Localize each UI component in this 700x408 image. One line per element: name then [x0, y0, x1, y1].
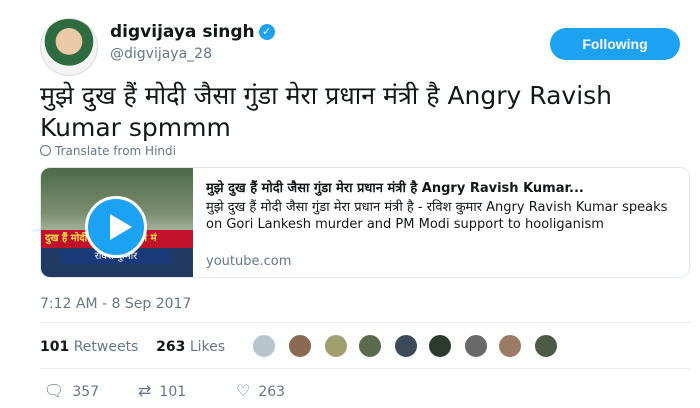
liker-avatar[interactable] — [358, 334, 382, 358]
liker-avatar[interactable] — [252, 334, 276, 358]
verified-badge-icon: ✓ — [258, 24, 275, 40]
tweet: digvijaya singh ✓ @digvijaya_28 Following… — [0, 0, 700, 408]
display-name[interactable]: digvijaya singh ✓ — [110, 22, 275, 42]
tweet-text: मुझे दुख हैं मोदी जैसा गुंडा मेरा प्रधान… — [40, 81, 613, 142]
like-count: 263 — [258, 384, 286, 400]
heart-icon: ♡ — [236, 381, 251, 400]
reply-button[interactable]: 🗨 357 — [44, 380, 99, 402]
video-thumbnail[interactable]: दुख हैं मोदी जैसा मेरा प्रधान मं रविश कु… — [41, 168, 193, 277]
divider — [40, 368, 690, 369]
retweet-icon: ⇄ — [138, 381, 152, 400]
link-card[interactable]: दुख हैं मोदी जैसा मेरा प्रधान मं रविश कु… — [40, 167, 690, 278]
liker-avatar[interactable] — [498, 334, 522, 358]
retweet-button[interactable]: ⇄ 101 — [138, 380, 186, 402]
following-button[interactable]: Following — [550, 28, 680, 60]
liker-avatar[interactable] — [324, 334, 348, 358]
liker-avatar[interactable] — [464, 334, 488, 358]
user-handle[interactable]: @digvijaya_28 — [110, 46, 212, 62]
card-domain: youtube.com — [206, 254, 292, 269]
translate-link[interactable]: Translate from Hindi — [40, 144, 176, 158]
display-name-text[interactable]: digvijaya singh — [110, 22, 255, 42]
liker-avatar[interactable] — [394, 334, 418, 358]
engagement-stats: 101 Retweets 263 Likes — [40, 339, 225, 355]
like-button[interactable]: ♡ 263 — [236, 380, 285, 402]
card-title[interactable]: मुझे दुख हैं मोदी जैसा गुंडा मेरा प्रधान… — [206, 178, 681, 196]
tweet-actions: 🗨 357 ⇄ 101 ♡ 263 — [40, 380, 690, 402]
reply-icon: 🗨 — [44, 381, 65, 400]
tweet-timestamp[interactable]: 7:12 AM - 8 Sep 2017 — [40, 296, 191, 312]
play-icon[interactable] — [85, 196, 147, 258]
globe-icon — [40, 145, 51, 156]
liker-avatar[interactable] — [428, 334, 452, 358]
liker-avatar[interactable] — [288, 334, 312, 358]
card-description: मुझे दुख हैं मोदी जैसा गुंडा मेरा प्रधान… — [206, 200, 668, 232]
retweets-label[interactable]: Retweets — [74, 339, 139, 355]
reply-count: 357 — [72, 384, 100, 400]
likes-count[interactable]: 263 — [156, 339, 185, 355]
likes-label[interactable]: Likes — [190, 339, 225, 355]
retweet-count: 101 — [159, 384, 187, 400]
liker-avatar[interactable] — [534, 334, 558, 358]
translate-label[interactable]: Translate from Hindi — [55, 144, 176, 158]
divider — [40, 322, 690, 323]
retweets-count[interactable]: 101 — [40, 339, 69, 355]
avatar[interactable] — [40, 18, 98, 76]
